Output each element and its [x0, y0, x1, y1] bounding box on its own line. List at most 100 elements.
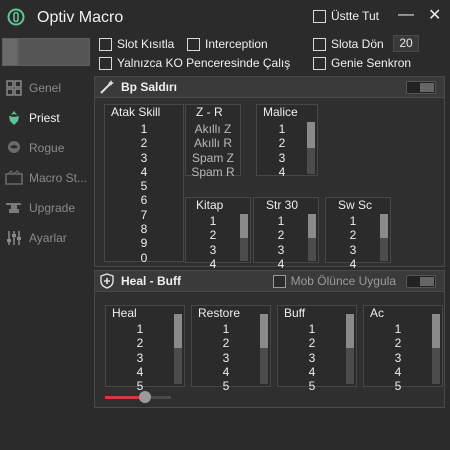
- scrollbar[interactable]: [346, 314, 354, 384]
- list-item[interactable]: 4: [105, 165, 183, 179]
- scrollbar[interactable]: [432, 314, 440, 384]
- list-item[interactable]: 1: [364, 322, 432, 336]
- list-item[interactable]: 1: [326, 214, 380, 228]
- sidebar-item-rogue[interactable]: Rogue: [5, 137, 91, 159]
- scrollbar[interactable]: [308, 214, 316, 261]
- list-item[interactable]: 3: [278, 351, 346, 365]
- heal-list[interactable]: Heal 1 2 3 4 5: [105, 305, 185, 393]
- checkbox-box[interactable]: [99, 37, 112, 51]
- list-item[interactable]: 2: [364, 336, 432, 350]
- sidebar-item-genel[interactable]: Genel: [5, 77, 91, 99]
- list-item[interactable]: 5: [278, 379, 346, 393]
- bp-attack-toggle[interactable]: [406, 80, 436, 94]
- kitap-list[interactable]: Kitap 1 2 3 4: [185, 197, 251, 271]
- list-item[interactable]: 0: [105, 251, 183, 265]
- atak-skill-list[interactable]: Atak Skill 1 2 3 4 5 6 7 8 9 0: [104, 104, 184, 265]
- checkbox-box[interactable]: [99, 56, 112, 70]
- close-button[interactable]: ✕: [428, 5, 441, 25]
- sidebar-item-ayarlar[interactable]: Ayarlar: [5, 227, 91, 249]
- scrollbar[interactable]: [307, 122, 315, 174]
- sidebar-item-macro-st[interactable]: Macro St...: [5, 167, 91, 189]
- list-item[interactable]: 1: [278, 322, 346, 336]
- list-item[interactable]: 3: [254, 243, 308, 257]
- mob-die-apply-checkbox[interactable]: Mob Ölünce Uygula: [272, 274, 396, 288]
- slot-return-checkbox[interactable]: Slota Dön: [313, 37, 384, 51]
- malice-list[interactable]: Malice 1 2 3 4: [256, 104, 318, 179]
- heal-slider-handle[interactable]: [139, 391, 151, 403]
- list-item[interactable]: Akıllı R: [186, 136, 240, 150]
- buff-list[interactable]: Buff 1 2 3 4 5: [277, 305, 357, 393]
- list-item[interactable]: 3: [257, 151, 307, 165]
- minimize-button[interactable]: —: [398, 6, 414, 24]
- list-item[interactable]: 3: [106, 351, 174, 365]
- list-item[interactable]: 4: [257, 165, 307, 179]
- list-item[interactable]: 1: [186, 214, 240, 228]
- list-item[interactable]: 4: [364, 365, 432, 379]
- list-item[interactable]: 1: [106, 322, 174, 336]
- list-item[interactable]: 8: [105, 222, 183, 236]
- checkbox-box[interactable]: [272, 274, 286, 288]
- swsc-list[interactable]: Sw Sc 1 2 3 4: [325, 197, 391, 271]
- list-item[interactable]: 2: [186, 228, 240, 242]
- checkbox-box[interactable]: [187, 37, 200, 51]
- scrollbar[interactable]: [260, 314, 268, 384]
- list-item[interactable]: 2: [257, 136, 307, 150]
- list-item[interactable]: Akıllı Z: [186, 122, 240, 136]
- slot-limit-checkbox[interactable]: Slot Kısıtla: [99, 37, 174, 51]
- ac-list[interactable]: Ac 1 2 3 4 5: [363, 305, 443, 393]
- scrollbar-thumb[interactable]: [307, 122, 315, 148]
- color-swatch[interactable]: [2, 38, 18, 66]
- list-item[interactable]: 3: [192, 351, 260, 365]
- scrollbar-thumb[interactable]: [308, 214, 316, 238]
- list-item[interactable]: 2: [106, 336, 174, 350]
- list-item[interactable]: 4: [278, 365, 346, 379]
- z-r-list[interactable]: Z - R Akıllı Z Akıllı R Spam Z Spam R: [185, 104, 241, 179]
- scrollbar-thumb[interactable]: [174, 314, 182, 348]
- heal-buff-toggle[interactable]: [406, 274, 436, 288]
- scrollbar[interactable]: [174, 314, 182, 384]
- list-item[interactable]: 2: [192, 336, 260, 350]
- list-item[interactable]: 9: [105, 236, 183, 250]
- checkbox-box[interactable]: [313, 37, 326, 51]
- list-item[interactable]: 3: [105, 151, 183, 165]
- list-item[interactable]: 5: [106, 379, 174, 393]
- list-item[interactable]: 2: [105, 136, 183, 150]
- list-item[interactable]: 7: [105, 208, 183, 222]
- list-item[interactable]: 4: [192, 365, 260, 379]
- list-item[interactable]: 5: [105, 179, 183, 193]
- checkbox-box[interactable]: [313, 56, 326, 70]
- slot-return-input[interactable]: 20: [393, 35, 419, 52]
- list-item[interactable]: 1: [105, 122, 183, 136]
- interception-checkbox[interactable]: Interception: [187, 37, 268, 51]
- list-item[interactable]: 2: [326, 228, 380, 242]
- scrollbar-thumb[interactable]: [432, 314, 440, 348]
- sidebar-item-priest[interactable]: Priest: [5, 107, 91, 129]
- list-item[interactable]: 6: [105, 193, 183, 207]
- list-item[interactable]: 5: [192, 379, 260, 393]
- list-item[interactable]: 1: [192, 322, 260, 336]
- list-item[interactable]: 3: [186, 243, 240, 257]
- sidebar-item-upgrade[interactable]: Upgrade: [5, 197, 91, 219]
- str30-list[interactable]: Str 30 1 2 3 4: [253, 197, 319, 271]
- checkbox-box[interactable]: [313, 9, 326, 23]
- restore-list[interactable]: Restore 1 2 3 4 5: [191, 305, 271, 393]
- list-item[interactable]: Spam R: [186, 165, 240, 179]
- list-item[interactable]: 2: [278, 336, 346, 350]
- scrollbar[interactable]: [240, 214, 248, 261]
- list-item[interactable]: 3: [364, 351, 432, 365]
- always-on-top-checkbox[interactable]: Üstte Tut: [313, 9, 379, 23]
- list-item[interactable]: 5: [364, 379, 432, 393]
- list-item[interactable]: Spam Z: [186, 151, 240, 165]
- profile-box[interactable]: [18, 38, 90, 66]
- list-item[interactable]: 4: [106, 365, 174, 379]
- list-item[interactable]: 1: [254, 214, 308, 228]
- genie-sync-checkbox[interactable]: Genie Senkron: [313, 56, 411, 70]
- scrollbar-thumb[interactable]: [380, 214, 388, 238]
- ko-window-only-checkbox[interactable]: Yalnızca KO Penceresinde Çalış: [99, 56, 290, 70]
- scrollbar-thumb[interactable]: [260, 314, 268, 348]
- list-item[interactable]: 1: [257, 122, 307, 136]
- list-item[interactable]: 2: [254, 228, 308, 242]
- scrollbar-thumb[interactable]: [346, 314, 354, 348]
- scrollbar[interactable]: [380, 214, 388, 261]
- list-item[interactable]: 3: [326, 243, 380, 257]
